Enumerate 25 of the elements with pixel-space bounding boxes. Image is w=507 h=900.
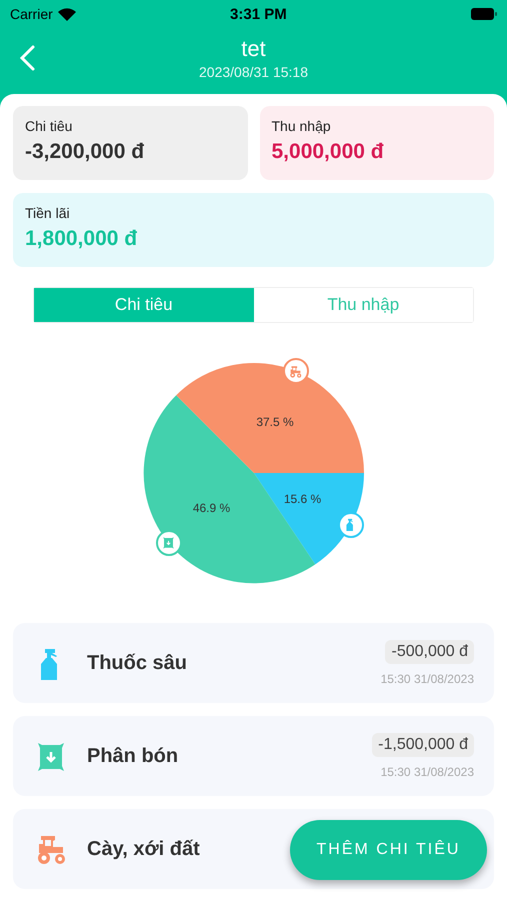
item-amount: -500,000 đ (385, 640, 474, 664)
slice-label: 15.6 % (283, 492, 321, 506)
expense-item-card[interactable]: Thuốc sâu -500,000 đ 15:30 31/08/2023 (13, 623, 494, 703)
wifi-icon (58, 8, 76, 20)
slice-label: 46.9 % (192, 500, 230, 515)
card-label: Thu nhập (272, 118, 332, 134)
expense-item-card[interactable]: Phân bón -1,500,000 đ 15:30 31/08/2023 (13, 716, 494, 796)
card-amount: 5,000,000 đ (272, 140, 385, 164)
card-label: Tiền lãi (25, 205, 71, 221)
status-time: 3:31 PM (230, 6, 287, 22)
slice-label: 37.5 % (256, 415, 294, 430)
card-label: Chi tiêu (25, 118, 74, 134)
item-amount: -1,500,000 đ (372, 733, 474, 757)
carrier-name: Carrier (10, 6, 53, 22)
screen-subtitle: 2023/08/31 15:18 (199, 64, 308, 80)
card-amount: -3,200,000 đ (25, 140, 146, 164)
item-name: Phân bón (87, 744, 178, 768)
item-time: 15:30 31/08/2023 (380, 765, 474, 779)
screen-title: tet (241, 36, 266, 62)
card-amount: 1,800,000 đ (25, 227, 138, 251)
item-name: Thuốc sâu (87, 652, 188, 674)
battery-icon (470, 8, 497, 20)
slice-badge (156, 530, 182, 556)
item-time: 15:30 31/08/2023 (380, 672, 474, 686)
item-name: Cày, xới đất (87, 838, 200, 860)
